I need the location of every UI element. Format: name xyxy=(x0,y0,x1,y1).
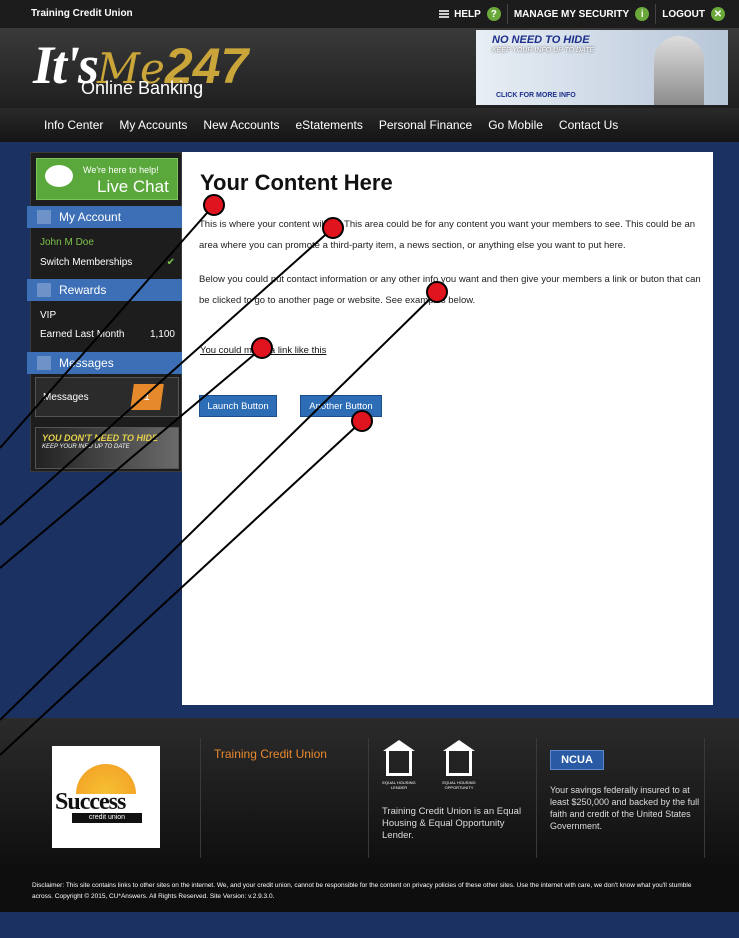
footer-divider xyxy=(704,738,705,858)
banner-headline: NO NEED TO HIDE xyxy=(492,34,590,46)
promo-subline: KEEP YOUR INFO UP TO DATE xyxy=(42,444,130,450)
launch-button[interactable]: Launch Button xyxy=(199,395,277,417)
nav-estatements[interactable]: eStatements xyxy=(287,118,370,132)
logo-word: Success xyxy=(55,789,126,815)
main-nav: Info Center My Accounts New Accounts eSt… xyxy=(0,108,739,142)
its-me-247-logo[interactable]: It'sMe247 Online Banking xyxy=(33,34,248,98)
disclaimer: Disclaimer: This site contains links to … xyxy=(0,870,739,912)
banner-subline: KEEP YOUR INFO UP TO DATE xyxy=(492,47,595,54)
my-account-header[interactable]: My Account xyxy=(27,206,185,228)
top-bar: Training Credit Union HELP ? MANAGE MY S… xyxy=(0,0,739,28)
switch-memberships-label: Switch Memberships xyxy=(40,257,133,268)
messages-box[interactable]: Messages 1 xyxy=(35,377,179,417)
promo-headline: YOU DON'T NEED TO HIDE xyxy=(42,433,158,443)
site-name: Training Credit Union xyxy=(31,8,133,19)
footer-cu-name: Training Credit Union xyxy=(214,747,327,761)
eh-caption-1: EQUAL HOUSING LENDER xyxy=(382,780,416,790)
nav-contact-us[interactable]: Contact Us xyxy=(551,118,626,132)
nav-info-center[interactable]: Info Center xyxy=(36,118,111,132)
messages-label: Messages xyxy=(43,391,89,403)
menu-icon xyxy=(439,10,450,18)
nav-new-accounts[interactable]: New Accounts xyxy=(195,118,287,132)
page-title: Your Content Here xyxy=(200,170,393,195)
logo-subtitle: Online Banking xyxy=(81,78,204,98)
help-icon: ? xyxy=(486,7,501,21)
live-chat-button[interactable]: We're here to help! Live Chat xyxy=(36,158,178,200)
help-label: HELP xyxy=(454,8,481,20)
footer: Success credit union Training Credit Uni… xyxy=(0,718,739,870)
help-link[interactable]: HELP ? xyxy=(433,4,507,24)
banner-cta: CLICK FOR MORE INFO xyxy=(496,92,576,99)
site-header: It'sMe247 Online Banking NO NEED TO HIDE… xyxy=(0,28,739,108)
nav-go-mobile[interactable]: Go Mobile xyxy=(480,118,551,132)
another-button[interactable]: Another Button xyxy=(300,395,382,417)
equal-housing-lender-icon xyxy=(383,740,415,776)
messages-header-label: Messages xyxy=(59,356,114,370)
sample-link[interactable]: You could make a link like this xyxy=(200,345,326,356)
main-content: Your Content Here This is where your con… xyxy=(182,152,713,705)
footer-divider xyxy=(200,738,201,858)
sidebar: We're here to help! Live Chat My Account… xyxy=(27,152,185,472)
security-label: MANAGE MY SECURITY xyxy=(513,8,630,20)
my-account-label: My Account xyxy=(59,210,122,224)
messages-count-badge: 1 xyxy=(130,384,164,410)
livechat-label: Live Chat xyxy=(97,177,169,196)
earned-value: 1,100 xyxy=(149,329,175,340)
promo-tile[interactable]: YOU DON'T NEED TO HIDE KEEP YOUR INFO UP… xyxy=(35,427,179,469)
nav-my-accounts[interactable]: My Accounts xyxy=(111,118,195,132)
bottom-strip xyxy=(0,912,739,938)
nav-personal-finance[interactable]: Personal Finance xyxy=(371,118,480,132)
livechat-tagline: We're here to help! xyxy=(83,165,159,175)
info-icon: i xyxy=(635,7,650,21)
check-icon: ✔ xyxy=(166,257,175,268)
content-paragraph-1: This is where your content will go. This… xyxy=(199,219,696,251)
manage-security-link[interactable]: MANAGE MY SECURITY i xyxy=(506,4,655,24)
close-icon: ✕ xyxy=(711,7,725,21)
rewards-label: Rewards xyxy=(59,283,107,297)
top-links: HELP ? MANAGE MY SECURITY i LOGOUT ✕ xyxy=(433,4,731,24)
logo-subword: credit union xyxy=(72,813,142,823)
success-credit-union-logo: Success credit union xyxy=(52,746,160,848)
envelope-icon xyxy=(37,356,51,370)
rewards-header[interactable]: Rewards xyxy=(27,279,185,301)
logout-label: LOGOUT xyxy=(662,8,705,20)
earned-label: Earned Last Month xyxy=(40,329,125,340)
eh-caption-2: EQUAL HOUSING OPPORTUNITY xyxy=(442,780,476,790)
reward-tier: VIP xyxy=(40,310,57,321)
footer-divider xyxy=(368,738,369,858)
user-icon xyxy=(37,210,51,224)
promo-banner[interactable]: NO NEED TO HIDE KEEP YOUR INFO UP TO DAT… xyxy=(476,30,728,105)
footer-divider xyxy=(536,738,537,858)
member-name: John M Doe xyxy=(40,237,94,248)
chat-bubble-icon xyxy=(45,165,73,187)
equal-housing-text: Training Credit Union is an Equal Housin… xyxy=(382,806,522,841)
equal-housing-opportunity-icon xyxy=(443,740,475,776)
ncua-text: Your savings federally insured to at lea… xyxy=(550,785,700,831)
ncua-logo: NCUA xyxy=(550,750,604,770)
logout-link[interactable]: LOGOUT ✕ xyxy=(655,4,731,24)
content-paragraph-2: Below you could put contact information … xyxy=(199,274,701,306)
earned-last-month: Earned Last Month 1,100 xyxy=(31,325,181,344)
chevron-right-icon xyxy=(37,283,51,297)
banner-person-image xyxy=(654,36,704,105)
switch-memberships[interactable]: Switch Memberships ✔ xyxy=(31,253,181,272)
messages-header[interactable]: Messages xyxy=(27,352,185,374)
